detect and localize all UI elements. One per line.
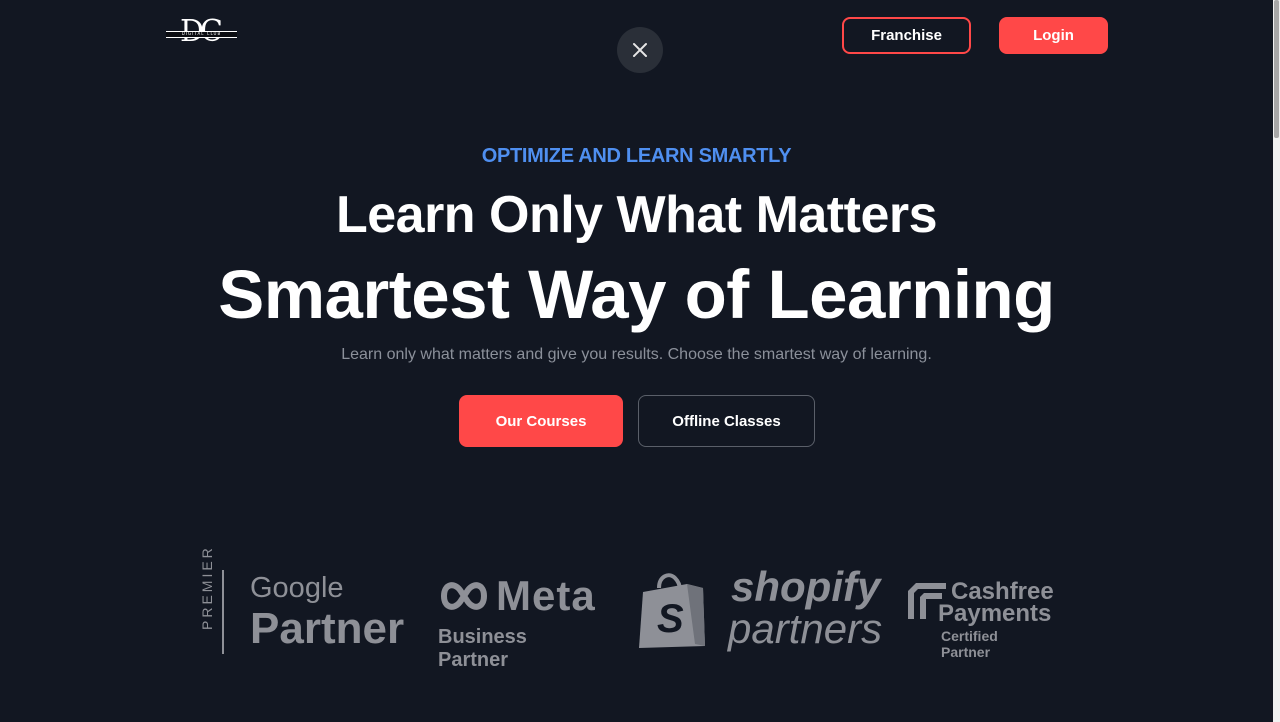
scrollbar-thumb[interactable] <box>1274 0 1279 138</box>
hero-title-line2: Smartest Way of Learning <box>218 256 1055 333</box>
login-button[interactable]: Login <box>999 17 1108 54</box>
offline-classes-button[interactable]: Offline Classes <box>638 395 815 447</box>
hero-title-line1: Learn Only What Matters <box>335 186 938 244</box>
shopify-partners-label: partners <box>728 605 883 652</box>
meta-name: Meta <box>496 572 596 619</box>
landing-page: DC DIGITAL CLUB Franchise Login OPTIMIZE… <box>0 0 1280 722</box>
cashfree-name-line2: Payments <box>938 600 1052 627</box>
logo-subtitle: DIGITAL CLUB <box>181 31 222 36</box>
hero-subtitle: Learn only what matters and give you res… <box>341 346 932 363</box>
google-name: Google <box>250 572 344 604</box>
google-divider <box>222 570 224 654</box>
meta-infinity-icon <box>441 582 487 610</box>
google-premier-label: PREMIER <box>199 545 215 630</box>
google-partner-label: Partner <box>250 604 405 653</box>
meta-partner-label: Business Partner <box>438 626 527 671</box>
close-button[interactable] <box>617 27 663 73</box>
close-icon <box>633 43 647 57</box>
our-courses-button[interactable]: Our Courses <box>459 395 623 447</box>
hero-eyebrow: OPTIMIZE AND LEARN SMARTLY <box>481 145 792 167</box>
cashfree-certified-label: Certified Partner <box>941 628 998 660</box>
shopify-bag-icon: S <box>639 573 705 648</box>
franchise-button[interactable]: Franchise <box>842 17 971 54</box>
svg-text:S: S <box>657 597 684 641</box>
logo[interactable]: DC DIGITAL CLUB <box>166 14 238 52</box>
shopify-name: shopify <box>731 563 881 610</box>
